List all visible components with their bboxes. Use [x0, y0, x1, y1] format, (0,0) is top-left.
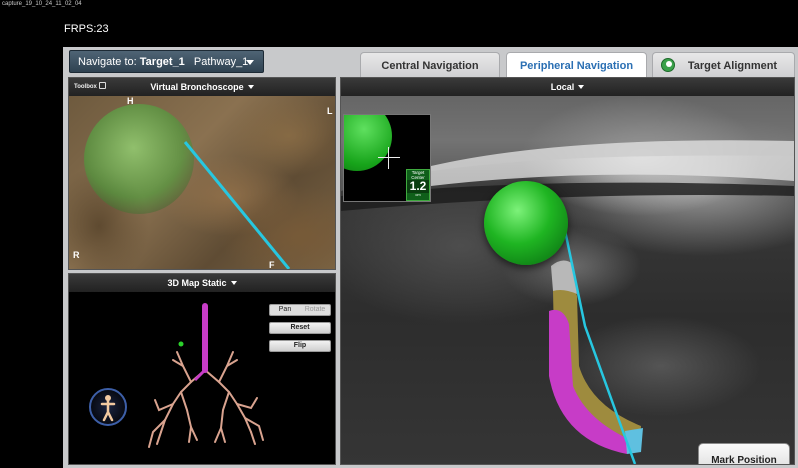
virtual-bronchoscope-view[interactable]: H L R F — [69, 96, 335, 269]
local-title: Local — [550, 82, 575, 92]
virtual-bronchoscope-title: Virtual Bronchoscope — [150, 82, 244, 92]
tab-target-alignment-label: Target Alignment — [687, 60, 778, 72]
virtual-bronchoscope-panel: Virtual Bronchoscope Toolbox H L R F — [68, 77, 336, 270]
pathway-name: Pathway_1 — [193, 56, 249, 68]
map-3d-title: 3D Map Static — [167, 278, 227, 288]
direction-h-label: H — [127, 96, 134, 106]
mark-position-button[interactable]: Mark Position — [698, 443, 790, 464]
navigation-app: Navigate to: Target_1 Pathway_1 Central … — [63, 47, 798, 468]
toolbox-label: Toolbox — [74, 84, 97, 90]
target-alignment-icon — [661, 58, 675, 72]
top-bar: Navigate to: Target_1 Pathway_1 Central … — [63, 47, 798, 77]
target-distance-unit: cm — [415, 192, 421, 197]
navigate-to-dropdown[interactable]: Navigate to: Target_1 Pathway_1 — [69, 50, 264, 73]
tool-trajectory — [183, 141, 291, 269]
target-distance-badge: Target Center 1.2 cm — [406, 169, 430, 201]
map-3d-header[interactable]: 3D Map Static — [69, 274, 335, 292]
map-3d-panel: 3D Map Static Pan Rotate Reset Flip — [68, 273, 336, 465]
direction-r-label: R — [73, 250, 80, 260]
map-3d-view[interactable]: Pan Rotate Reset Flip — [69, 292, 335, 464]
target-sphere[interactable] — [484, 181, 568, 265]
airway-tree — [148, 303, 264, 448]
chevron-down-icon — [247, 85, 254, 89]
direction-l-label: L — [327, 106, 333, 116]
patient-orientation-avatar[interactable] — [89, 388, 127, 426]
tab-peripheral-navigation[interactable]: Peripheral Navigation — [506, 52, 647, 77]
inset-target-sphere — [344, 115, 392, 171]
target-marker — [178, 341, 184, 347]
frps-counter: FRPS:23 — [64, 23, 109, 35]
target-inset-view: Target Center 1.2 cm — [343, 114, 431, 202]
toolbox-button[interactable]: Toolbox — [74, 82, 106, 90]
local-ct-view[interactable]: Target Center 1.2 cm Mark Position — [341, 96, 794, 464]
tab-central-navigation[interactable]: Central Navigation — [360, 52, 500, 77]
direction-f-label: F — [269, 260, 275, 269]
navigate-to-label: Navigate to: — [78, 56, 137, 68]
tab-target-alignment[interactable]: Target Alignment — [652, 52, 795, 77]
target-name: Target_1 — [139, 56, 185, 68]
local-header[interactable]: Local — [341, 78, 794, 96]
crosshair-vertical — [388, 147, 389, 169]
capture-label: capture_19_10_24_11_02_04 — [2, 1, 82, 7]
tool-trajectory-line — [183, 141, 291, 269]
crosshair-horizontal — [378, 157, 400, 158]
chevron-down-icon — [578, 85, 585, 89]
chevron-down-icon — [230, 281, 237, 285]
catheter-branch-path — [193, 368, 207, 382]
virtual-bronchoscope-header[interactable]: Virtual Bronchoscope — [69, 78, 335, 96]
person-icon — [100, 395, 116, 422]
toolbox-icon — [98, 82, 106, 89]
chevron-down-icon — [246, 60, 254, 65]
local-panel: Local Target Center 1.2 cm Mark Position — [340, 77, 795, 465]
